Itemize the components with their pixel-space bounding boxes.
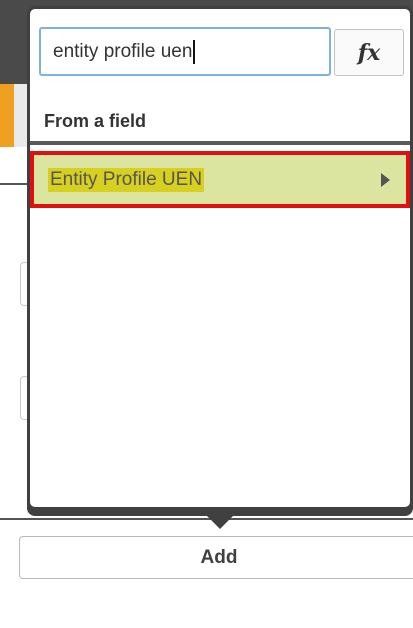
add-button[interactable]: Add	[19, 536, 413, 579]
field-result-label: Entity Profile UEN	[48, 167, 205, 192]
popover-pointer	[205, 514, 235, 529]
search-input[interactable]: entity profile uen	[39, 27, 331, 76]
text-caret	[193, 39, 196, 64]
background-accent-tab	[0, 84, 14, 147]
chevron-right-icon[interactable]	[381, 172, 390, 187]
popover-content: entity profile uen fx From a field Entit…	[30, 9, 410, 507]
search-input-value: entity profile uen	[53, 40, 193, 62]
field-result-item[interactable]: Entity Profile UEN	[30, 151, 410, 208]
section-divider	[30, 141, 410, 145]
section-header: From a field	[44, 111, 147, 131]
field-picker-popover: entity profile uen fx From a field Entit…	[27, 6, 413, 516]
expression-editor-button[interactable]: fx	[334, 29, 404, 76]
